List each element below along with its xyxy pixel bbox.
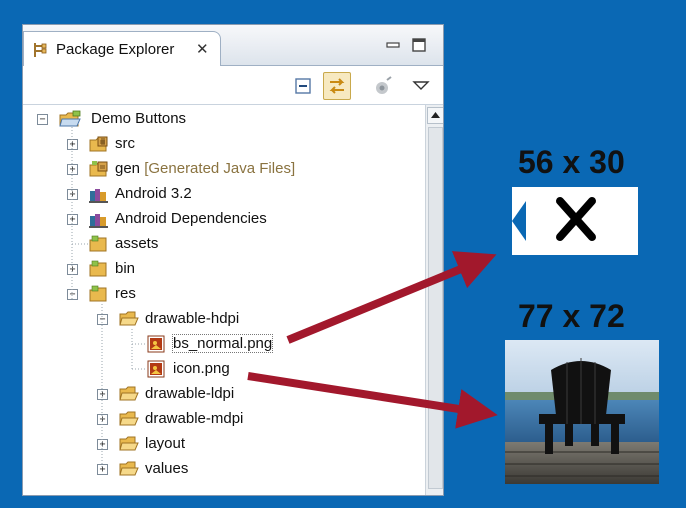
- bs-normal-size-label: 56 x 30: [518, 144, 625, 180]
- icon-size-label: 77 x 72: [518, 298, 625, 334]
- icon-preview-image: [505, 340, 659, 484]
- close-x-icon: [556, 197, 596, 241]
- bs-normal-preview: [512, 187, 638, 255]
- arrow-to-icon: [247, 372, 498, 429]
- slide-canvas: Package Explorer ✕ − Demo Buttons + src …: [0, 0, 686, 508]
- arrow-to-bs-normal: [286, 251, 497, 344]
